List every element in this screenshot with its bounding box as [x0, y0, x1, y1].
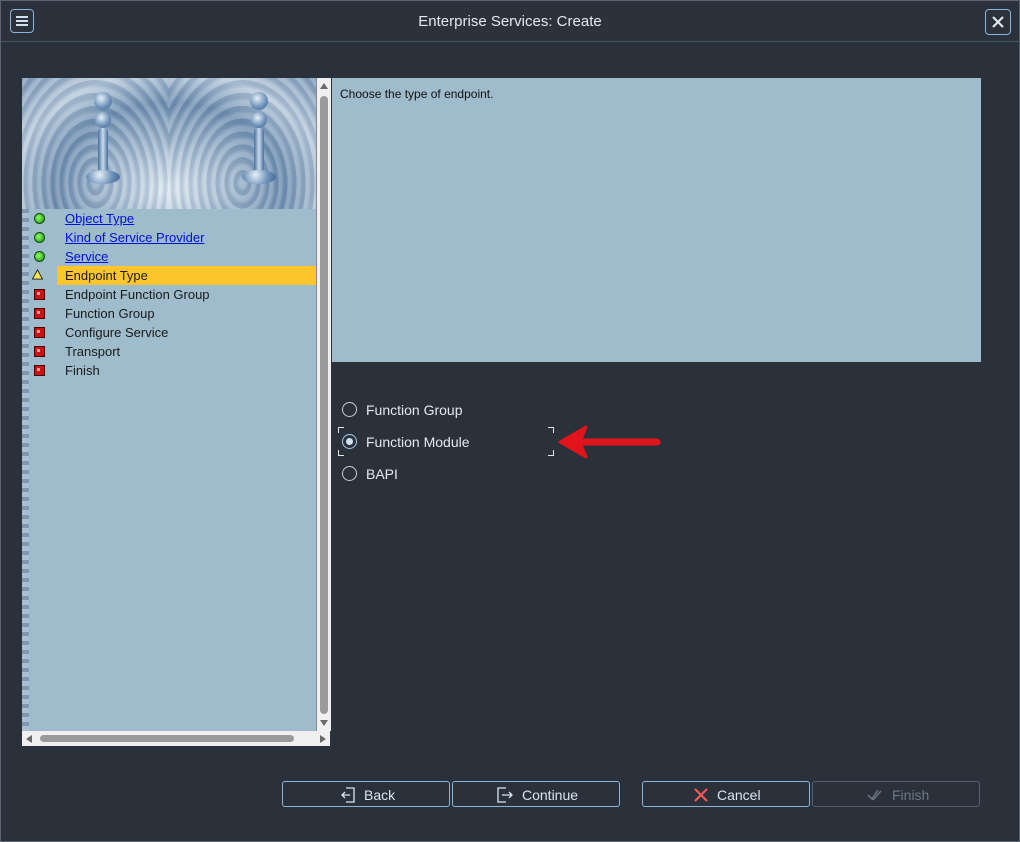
focus-indicator — [338, 427, 554, 456]
roadmap-panel: Object Type Kind of Service Provider Ser… — [22, 78, 316, 746]
dialog-window: Enterprise Services: Create Object Type — [0, 0, 1020, 842]
roadmap-step-endpoint-function-group: Endpoint Function Group — [29, 285, 316, 304]
instruction-text: Choose the type of endpoint. — [340, 87, 494, 101]
step-label: Function Group — [65, 306, 155, 321]
roadmap-steps: Object Type Kind of Service Provider Ser… — [29, 209, 316, 380]
status-red-icon — [34, 346, 45, 357]
radio-function-group[interactable] — [342, 402, 357, 417]
radio-bapi[interactable] — [342, 466, 357, 481]
finish-button: Finish — [812, 781, 980, 807]
scroll-thumb[interactable] — [320, 96, 328, 714]
scroll-up-icon[interactable] — [320, 83, 328, 89]
panel-edge — [22, 209, 29, 746]
step-label: Endpoint Function Group — [65, 287, 210, 302]
step-label[interactable]: Service — [65, 249, 108, 264]
water-drop-banner — [22, 78, 316, 209]
back-button[interactable]: Back — [282, 781, 450, 807]
window-title: Enterprise Services: Create — [418, 13, 602, 30]
roadmap-step-function-group: Function Group — [29, 304, 316, 323]
roadmap-step-transport: Transport — [29, 342, 316, 361]
continue-label: Continue — [522, 787, 579, 803]
step-label: Endpoint Type — [65, 268, 148, 283]
continue-icon — [497, 787, 513, 803]
status-red-icon — [34, 327, 45, 338]
step-label[interactable]: Kind of Service Provider — [65, 230, 204, 245]
finish-check-icon — [867, 789, 882, 801]
back-icon — [341, 787, 355, 803]
roadmap-step-finish: Finish — [29, 361, 316, 380]
warning-triangle-icon — [32, 269, 43, 280]
status-red-icon — [34, 289, 45, 300]
roadmap-step-kind-of-service-provider[interactable]: Kind of Service Provider — [29, 228, 316, 247]
cancel-label: Cancel — [717, 787, 761, 803]
step-label: Finish — [65, 363, 100, 378]
continue-button[interactable]: Continue — [452, 781, 620, 807]
status-red-icon — [34, 308, 45, 319]
finish-label: Finish — [892, 787, 930, 803]
scroll-right-icon[interactable] — [320, 735, 326, 743]
step-label[interactable]: Object Type — [65, 211, 134, 226]
roadmap-step-configure-service: Configure Service — [29, 323, 316, 342]
roadmap-step-service[interactable]: Service — [29, 247, 316, 266]
instruction-panel: Choose the type of endpoint. — [332, 78, 981, 362]
title-bar: Enterprise Services: Create — [1, 1, 1019, 42]
step-label: Transport — [65, 344, 121, 359]
status-green-icon — [34, 232, 45, 243]
close-icon — [992, 16, 1004, 28]
cancel-x-icon — [694, 788, 708, 802]
cancel-button[interactable]: Cancel — [642, 781, 810, 807]
roadmap-horizontal-scrollbar[interactable] — [22, 731, 330, 746]
option-label[interactable]: BAPI — [366, 466, 398, 482]
roadmap-step-endpoint-type: Endpoint Type — [32, 266, 316, 285]
status-red-icon — [34, 365, 45, 376]
scroll-down-icon[interactable] — [320, 720, 328, 726]
annotation-arrow-icon — [558, 425, 661, 459]
status-green-icon — [34, 213, 45, 224]
step-label: Configure Service — [65, 325, 169, 340]
roadmap-vertical-scrollbar[interactable] — [316, 78, 331, 731]
roadmap-step-object-type[interactable]: Object Type — [29, 209, 316, 228]
back-label: Back — [364, 787, 396, 803]
scroll-thumb[interactable] — [40, 735, 294, 742]
close-button[interactable] — [985, 9, 1011, 35]
option-label[interactable]: Function Group — [366, 402, 463, 418]
scroll-left-icon[interactable] — [26, 735, 32, 743]
status-green-icon — [34, 251, 45, 262]
